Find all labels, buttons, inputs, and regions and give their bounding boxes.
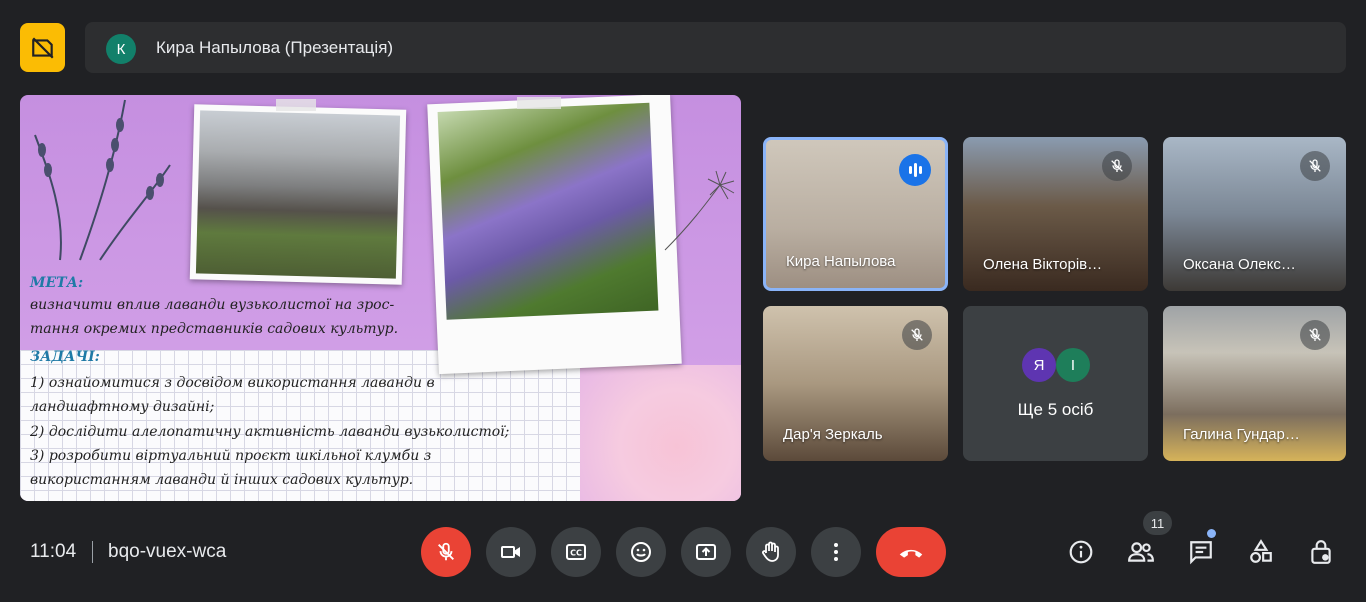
divider: [92, 541, 93, 563]
participant-name: Кира Напылова: [786, 253, 896, 270]
presentation-title: Кира Напылова (Презентація): [156, 38, 394, 57]
raise-hand-button[interactable]: [746, 527, 796, 577]
present-screen-icon: [696, 544, 716, 560]
info-icon: [1069, 540, 1093, 564]
mic-off-icon: [1300, 320, 1330, 350]
presentation-title-bar: К Кира Напылова (Презентація): [85, 22, 1346, 73]
camera-icon: [501, 546, 520, 558]
hand-icon: [762, 541, 779, 562]
slide-task-line: ландшафтному дизайні;: [30, 399, 215, 415]
svg-text:CC: CC: [570, 549, 582, 558]
reactions-button[interactable]: [616, 527, 666, 577]
participant-name: Галина Гундар…: [1183, 426, 1300, 443]
participant-name: Оксана Олекс…: [1183, 256, 1296, 273]
more-options-button[interactable]: [811, 527, 861, 577]
presentation-indicator[interactable]: [20, 23, 65, 72]
captions-icon: CC: [566, 544, 586, 560]
slide-task-line: 1) ознайомитися з досвідом використання …: [30, 375, 435, 391]
captions-button[interactable]: CC: [551, 527, 601, 577]
others-tile[interactable]: Я І Ще 5 осіб: [963, 306, 1148, 461]
mic-off-icon: [1300, 151, 1330, 181]
dill-sprig-icon: [664, 170, 735, 251]
chat-button[interactable]: [1184, 535, 1218, 569]
more-vert-icon: [834, 543, 838, 561]
slide-task-line: використанням лаванди й інших садових ку…: [30, 472, 414, 488]
speaking-indicator-icon: [899, 154, 931, 186]
slide-goal-heading: МЕТА:: [30, 275, 84, 291]
photo-tape: [276, 99, 316, 111]
participant-name: Дар'я Зеркаль: [783, 426, 883, 443]
host-controls-button[interactable]: [1304, 535, 1338, 569]
slide-watercolor: [580, 365, 741, 501]
participant-tile-oksana[interactable]: Оксана Олекс…: [1163, 137, 1346, 291]
present-button[interactable]: [681, 527, 731, 577]
mic-off-icon: [438, 542, 454, 561]
mic-off-icon: [902, 320, 932, 350]
participant-name: Олена Вікторів…: [983, 256, 1103, 273]
photo-tape: [517, 97, 561, 109]
participant-tile-darya[interactable]: Дар'я Зеркаль: [763, 306, 948, 461]
slide-tasks-heading: ЗАДАЧІ:: [30, 349, 100, 365]
emoji-icon: [631, 542, 651, 562]
leave-call-button[interactable]: [876, 527, 946, 577]
others-avatar: І: [1056, 348, 1090, 382]
others-count-label: Ще 5 осіб: [1017, 400, 1094, 419]
presentation-slide: МЕТА: визначити вплив лаванди вузьколист…: [20, 95, 741, 501]
chat-notification-dot: [1207, 529, 1216, 538]
meeting-time: 11:04: [30, 541, 77, 562]
people-button[interactable]: [1124, 535, 1158, 569]
people-icon: [1128, 542, 1154, 562]
participant-tile-halyna[interactable]: Галина Гундар…: [1163, 306, 1346, 461]
camera-toggle-button[interactable]: [486, 527, 536, 577]
presenter-avatar: К: [106, 34, 136, 64]
stop-presenting-icon: [31, 36, 54, 59]
slide-task-line: 2) дослідити алелопатичну активність лав…: [30, 424, 510, 440]
meeting-code: bqo-vuex-wca: [108, 541, 227, 562]
activities-button[interactable]: [1244, 535, 1278, 569]
slide-goal-line: визначити вплив лаванди вузьколистої на …: [30, 297, 395, 313]
lavender-sprig-icon: [34, 99, 171, 261]
hang-up-icon: [899, 549, 923, 558]
lavender-photo: [427, 95, 682, 375]
lock-person-icon: [1311, 540, 1331, 564]
slide-task-line: 3) розробити віртуальний проєкт шкільної…: [30, 448, 432, 464]
meeting-details-button[interactable]: [1064, 535, 1098, 569]
participant-count-badge: 11: [1143, 511, 1172, 535]
others-avatar: Я: [1022, 348, 1056, 382]
slide-goal-line: тання окремих представників садових куль…: [30, 321, 399, 337]
mic-toggle-button[interactable]: [421, 527, 471, 577]
participant-tile-kyra[interactable]: Кира Напылова: [763, 137, 948, 291]
shapes-icon: [1250, 539, 1272, 563]
chat-icon: [1190, 541, 1212, 565]
participant-tile-olena[interactable]: Олена Вікторів…: [963, 137, 1148, 291]
school-building-photo: [189, 104, 407, 285]
mic-off-icon: [1102, 151, 1132, 181]
